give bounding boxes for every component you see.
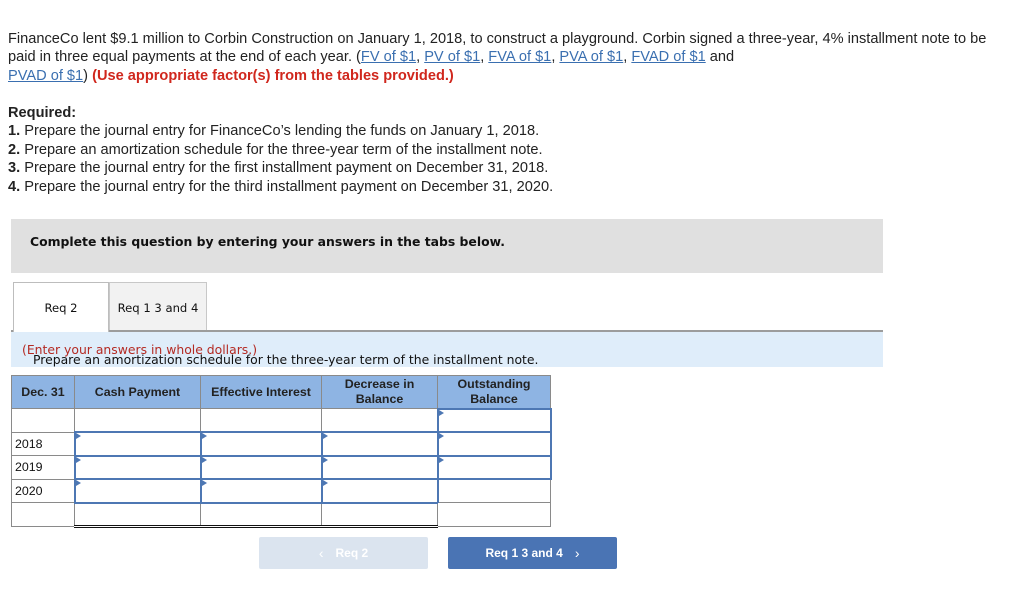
- fvad-of-1-link[interactable]: FVAD of $1: [631, 49, 705, 65]
- table-row: 2020: [11, 478, 551, 504]
- header-cash-payment: Cash Payment: [74, 375, 201, 409]
- chevron-right-icon: ›: [574, 545, 580, 561]
- year-cell: 2019: [11, 455, 75, 480]
- decrease-cell: [321, 408, 438, 433]
- tab-prompt: Prepare an amortization schedule for the…: [11, 332, 883, 367]
- year-cell: 2020: [11, 478, 75, 503]
- next-req-label: Req 1 3 and 4: [485, 546, 563, 560]
- effective-interest-cell: [199, 431, 323, 457]
- effective-interest-total-cell: [200, 502, 322, 528]
- schedule-header-row: Dec. 31 Cash Payment Effective Interest …: [11, 375, 551, 409]
- cash-payment-cell: [73, 454, 202, 480]
- fva-of-1-link[interactable]: FVA of $1: [488, 49, 551, 65]
- decrease-cell: [320, 454, 439, 480]
- instructions-banner: Complete this question by entering your …: [11, 219, 883, 273]
- cash-payment-input-2018[interactable]: [75, 433, 200, 455]
- factor-instruction: (Use appropriate factor(s) from the tabl…: [92, 67, 454, 84]
- pvad-of-1-link[interactable]: PVAD of $1: [8, 68, 83, 84]
- decrease-cell: [320, 431, 439, 457]
- year-cell: [11, 502, 75, 527]
- amortization-schedule: Dec. 31 Cash Payment Effective Interest …: [11, 375, 552, 528]
- required-item: 4. Prepare the journal entry for the thi…: [8, 178, 554, 195]
- chevron-left-icon: ‹: [318, 545, 324, 561]
- tab-divider: [11, 330, 883, 332]
- outstanding-balance-cell: [437, 478, 551, 503]
- prev-req-button[interactable]: ‹ Req 2: [259, 537, 428, 569]
- pva-of-1-link[interactable]: PVA of $1: [559, 49, 623, 65]
- header-dec-31: Dec. 31: [11, 375, 75, 409]
- banner-text: Complete this question by entering your …: [30, 234, 505, 249]
- decrease-input-2020[interactable]: [322, 480, 437, 502]
- effective-interest-cell: [199, 454, 323, 480]
- required-item: 1. Prepare the journal entry for Finance…: [8, 123, 540, 140]
- outstanding-balance-input-2019[interactable]: [438, 456, 550, 478]
- cash-payment-total-cell: [74, 502, 201, 528]
- effective-interest-input-2020[interactable]: [201, 480, 321, 502]
- outstanding-balance-input-initial[interactable]: [438, 409, 550, 431]
- fv-of-1-link[interactable]: FV of $1: [361, 49, 416, 65]
- effective-interest-cell: [199, 478, 323, 504]
- outstanding-balance-input-2018[interactable]: [438, 433, 550, 455]
- decrease-cell: [320, 478, 439, 504]
- prompt-text: Prepare an amortization schedule for the…: [33, 352, 539, 367]
- required-item: 2. Prepare an amortization schedule for …: [8, 141, 543, 158]
- cash-payment-input-2019[interactable]: [75, 456, 200, 478]
- tab-req-1-3-and-4[interactable]: Req 1 3 and 4: [109, 282, 207, 332]
- effective-interest-cell: [200, 408, 322, 433]
- outstanding-balance-cell: [436, 407, 552, 433]
- header-outstanding-balance: Outstanding Balance: [437, 375, 551, 409]
- table-row: 2018: [11, 431, 552, 457]
- tab-req-2[interactable]: Req 2: [13, 282, 109, 332]
- required-section: Required: 1. Prepare the journal entry f…: [8, 104, 553, 196]
- effective-interest-input-2018[interactable]: [201, 433, 321, 455]
- header-decrease-in-balance: Decrease in Balance: [321, 375, 438, 409]
- table-row: [11, 407, 552, 433]
- next-req-button[interactable]: Req 1 3 and 4 ›: [448, 537, 617, 569]
- cash-payment-cell: [74, 408, 201, 433]
- outstanding-balance-total-cell: [437, 502, 551, 527]
- cash-payment-input-2020[interactable]: [75, 480, 200, 502]
- decrease-input-2019[interactable]: [322, 456, 437, 478]
- outstanding-balance-cell: [436, 454, 552, 480]
- total-row: [11, 502, 551, 528]
- year-cell: [11, 408, 75, 433]
- outstanding-balance-cell: [436, 431, 552, 457]
- decrease-total-cell: [321, 502, 438, 528]
- required-heading: Required:: [8, 105, 77, 121]
- and-word: and: [709, 49, 735, 66]
- close-paren: ): [83, 67, 89, 84]
- required-item: 3. Prepare the journal entry for the fir…: [8, 160, 549, 177]
- effective-interest-input-2019[interactable]: [201, 456, 321, 478]
- pv-of-1-link[interactable]: PV of $1: [424, 49, 480, 65]
- problem-statement: FinanceCo lent $9.1 million to Corbin Co…: [8, 31, 987, 84]
- cash-payment-cell: [73, 431, 202, 457]
- year-cell: 2018: [11, 431, 75, 456]
- cash-payment-cell: [73, 478, 202, 504]
- prev-req-label: Req 2: [335, 546, 369, 560]
- header-effective-interest: Effective Interest: [200, 375, 322, 409]
- table-row: 2019: [11, 454, 552, 480]
- decrease-input-2018[interactable]: [322, 433, 437, 455]
